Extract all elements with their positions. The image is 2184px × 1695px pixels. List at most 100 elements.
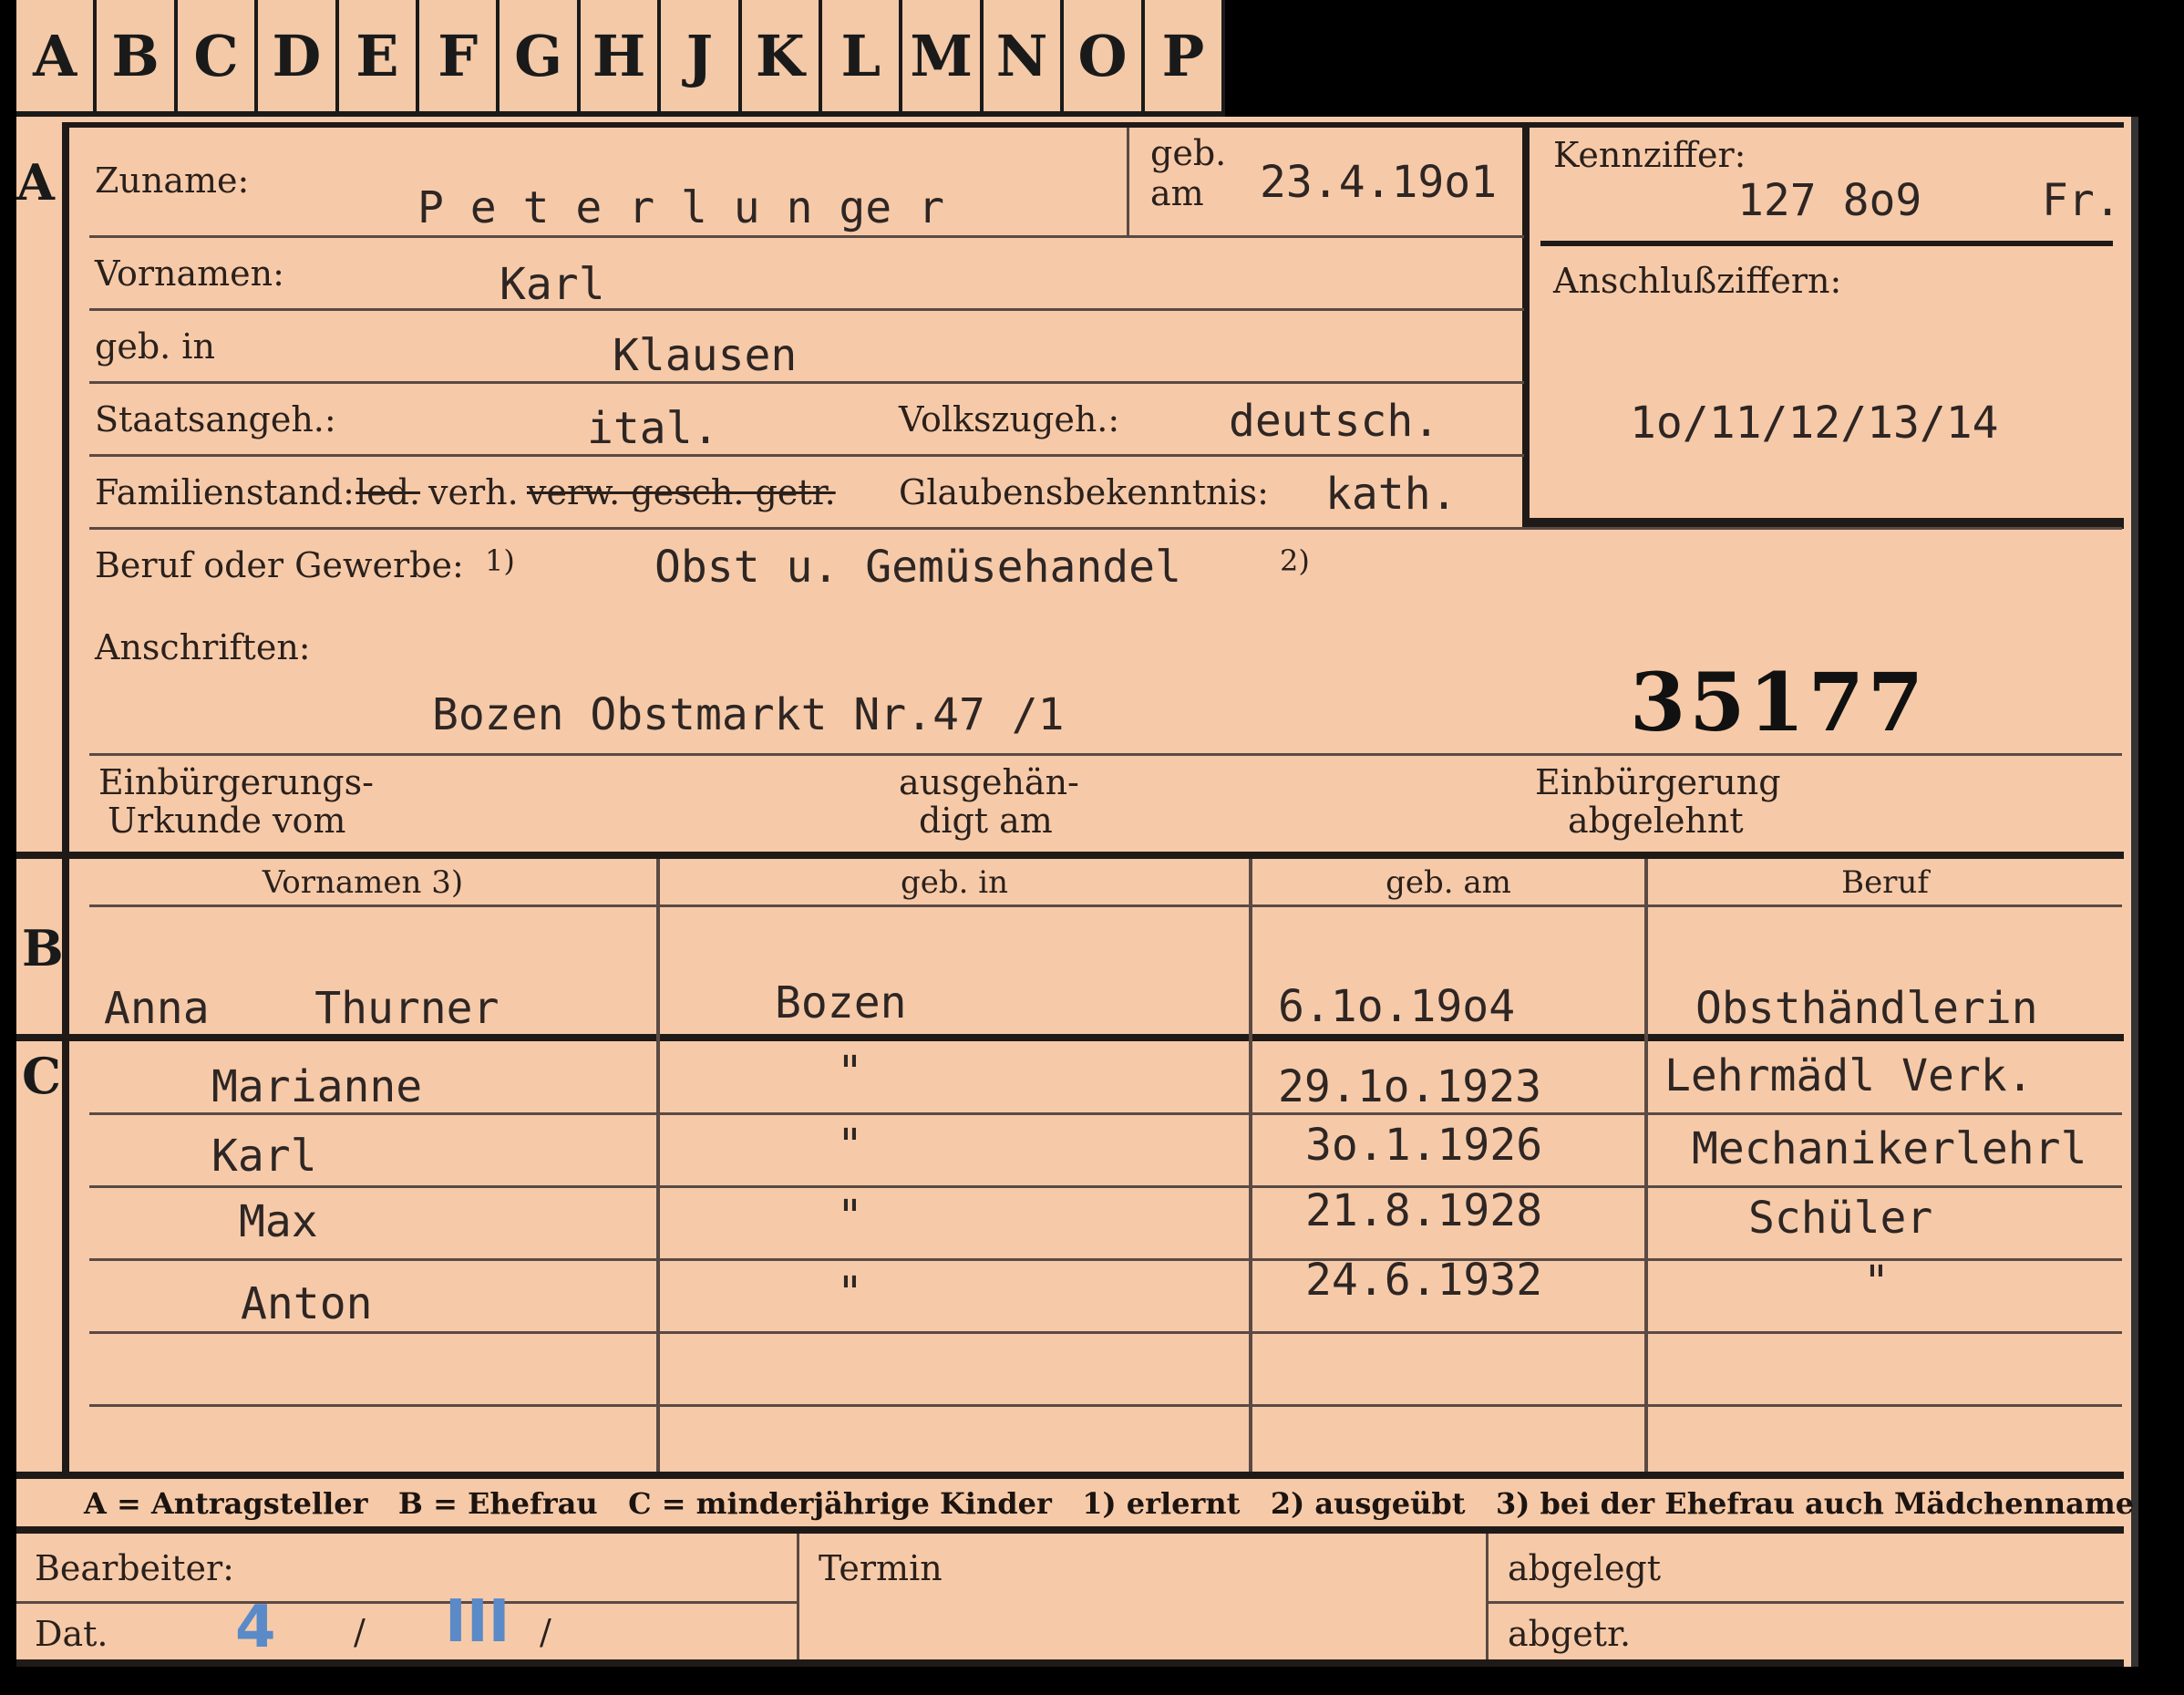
- handwritten-date-month: III: [445, 1588, 510, 1656]
- footnote-marker: 1): [485, 543, 515, 578]
- surname-label: Zuname:: [95, 160, 250, 201]
- bottom-border: [16, 1659, 2124, 1667]
- handed-label: digt am: [919, 801, 1053, 841]
- letter-tab[interactable]: K: [741, 0, 823, 117]
- letter-tab[interactable]: G: [500, 0, 581, 117]
- letter-tab[interactable]: D: [258, 0, 339, 117]
- occupation-value: Obst u. Gemüsehandel: [654, 542, 1181, 593]
- naturalization-label: Urkunde vom: [108, 801, 346, 841]
- spouse-birthplace: Bozen: [775, 977, 907, 1028]
- born-label: geb.: [1150, 133, 1227, 173]
- column-line: [656, 859, 660, 1472]
- rejected-label: Einbürgerung: [1535, 762, 1781, 802]
- column-line: [797, 1534, 799, 1667]
- deadline-label: Termin: [819, 1548, 943, 1588]
- letter-tab[interactable]: M: [902, 0, 984, 117]
- religion-value: kath.: [1325, 469, 1458, 520]
- rejected-label: abgelehnt: [1568, 801, 1744, 841]
- id-box-divider: [1540, 241, 2113, 246]
- date-separator: /: [354, 1612, 366, 1652]
- top-border: [69, 122, 2124, 128]
- row-line: [89, 1258, 2122, 1261]
- child-birthdate: 24.6.1932: [1305, 1255, 1543, 1306]
- child-occupation: Lehrmädl Verk.: [1664, 1050, 2034, 1101]
- column-line: [1486, 1534, 1489, 1667]
- letter-tab[interactable]: O: [1064, 0, 1145, 117]
- case-number: 35177: [1630, 655, 1928, 749]
- section-c-letter: C: [22, 1047, 61, 1105]
- child-occupation: ": [1863, 1256, 1890, 1307]
- row-line: [89, 1112, 2122, 1115]
- marital-label: Familienstand:: [95, 472, 355, 512]
- child-birthplace: ": [837, 1047, 863, 1098]
- letter-tab[interactable]: H: [580, 0, 662, 117]
- id-number: 127 8o9: [1737, 175, 1922, 226]
- row-line: [89, 235, 1524, 238]
- child-birthplace: ": [837, 1267, 863, 1318]
- child-occupation: Schüler: [1748, 1193, 1933, 1244]
- child-birthplace: ": [837, 1191, 863, 1242]
- born-date: 23.4.19o1: [1260, 157, 1498, 208]
- born-label: am: [1150, 173, 1204, 213]
- religion-label: Glaubensbekenntnis:: [899, 472, 1269, 512]
- spouse-name: Anna Thurner: [104, 983, 500, 1034]
- letter-tab[interactable]: A: [16, 0, 98, 117]
- ethnicity-value: deutsch.: [1229, 396, 1440, 447]
- registration-card: A B C Kennziffer: 127 8o9 Fr. Anschlußzi…: [16, 117, 2138, 1667]
- row-line: [89, 1404, 2122, 1407]
- row-line: [89, 904, 2122, 907]
- out-label: abgetr.: [1508, 1614, 1632, 1654]
- letter-tab[interactable]: B: [97, 0, 178, 117]
- section-divider: [16, 1472, 2124, 1479]
- child-birthdate: 3o.1.1926: [1305, 1120, 1543, 1171]
- letter-tab[interactable]: P: [1144, 0, 1226, 117]
- row-line: [89, 381, 1524, 384]
- id-suffix: Fr.: [2042, 175, 2121, 226]
- section-a-letter: A: [16, 153, 55, 212]
- child-birthdate: 29.1o.1923: [1278, 1061, 1541, 1112]
- birthplace-label: geb. in: [95, 326, 215, 367]
- child-birthdate: 21.8.1928: [1305, 1185, 1543, 1236]
- column-line: [1644, 859, 1648, 1472]
- spouse-occupation: Obsthändlerin: [1695, 983, 2038, 1034]
- related-numbers: 1o/11/12/13/14: [1630, 398, 1999, 449]
- surname-value: P e t e r l u n ge r: [417, 182, 944, 233]
- legend: A = Antragsteller B = Ehefrau C = minder…: [84, 1486, 2135, 1521]
- row-line: [89, 1185, 2122, 1188]
- letter-tabs: A B C D E F G H J K L M N O P: [16, 0, 1226, 117]
- row-line: [89, 753, 2122, 756]
- firstname-value: Karl: [500, 259, 605, 310]
- child-occupation: Mechanikerlehrl: [1692, 1123, 2087, 1174]
- column-header: Vornamen 3): [262, 864, 464, 901]
- letter-tab[interactable]: F: [419, 0, 500, 117]
- table-border: [62, 859, 69, 1472]
- marital-option-crossed: led.: [355, 472, 421, 512]
- ethnicity-label: Volkszugeh.:: [899, 399, 1120, 439]
- column-header: Beruf: [1841, 864, 1929, 901]
- footnote-marker: 2): [1280, 543, 1310, 578]
- naturalization-label: Einbürgerungs-: [98, 762, 374, 802]
- section-divider: [16, 1526, 2124, 1534]
- id-label: Kennziffer:: [1553, 135, 1746, 175]
- row-line: [89, 527, 2122, 530]
- letter-tab[interactable]: L: [822, 0, 903, 117]
- child-name: Karl: [211, 1131, 317, 1182]
- row-line: [89, 308, 1524, 311]
- column-line: [1127, 128, 1129, 237]
- row-line: [89, 454, 1524, 457]
- editor-label: Bearbeiter:: [35, 1548, 234, 1588]
- birthplace-value: Klausen: [613, 330, 798, 381]
- row-line: [89, 1331, 2122, 1334]
- row-line: [16, 1601, 797, 1604]
- letter-tab[interactable]: N: [983, 0, 1065, 117]
- address-label: Anschriften:: [95, 627, 311, 667]
- date-separator: /: [540, 1612, 551, 1652]
- letter-tab[interactable]: J: [661, 0, 742, 117]
- citizenship-value: ital.: [587, 403, 719, 454]
- related-label: Anschlußziffern:: [1553, 261, 1842, 301]
- firstname-label: Vornamen:: [95, 253, 284, 294]
- marital-option-crossed: verw. gesch. getr.: [527, 472, 836, 512]
- handwritten-date-day: 4: [235, 1594, 276, 1661]
- letter-tab[interactable]: E: [338, 0, 420, 117]
- letter-tab[interactable]: C: [177, 0, 259, 117]
